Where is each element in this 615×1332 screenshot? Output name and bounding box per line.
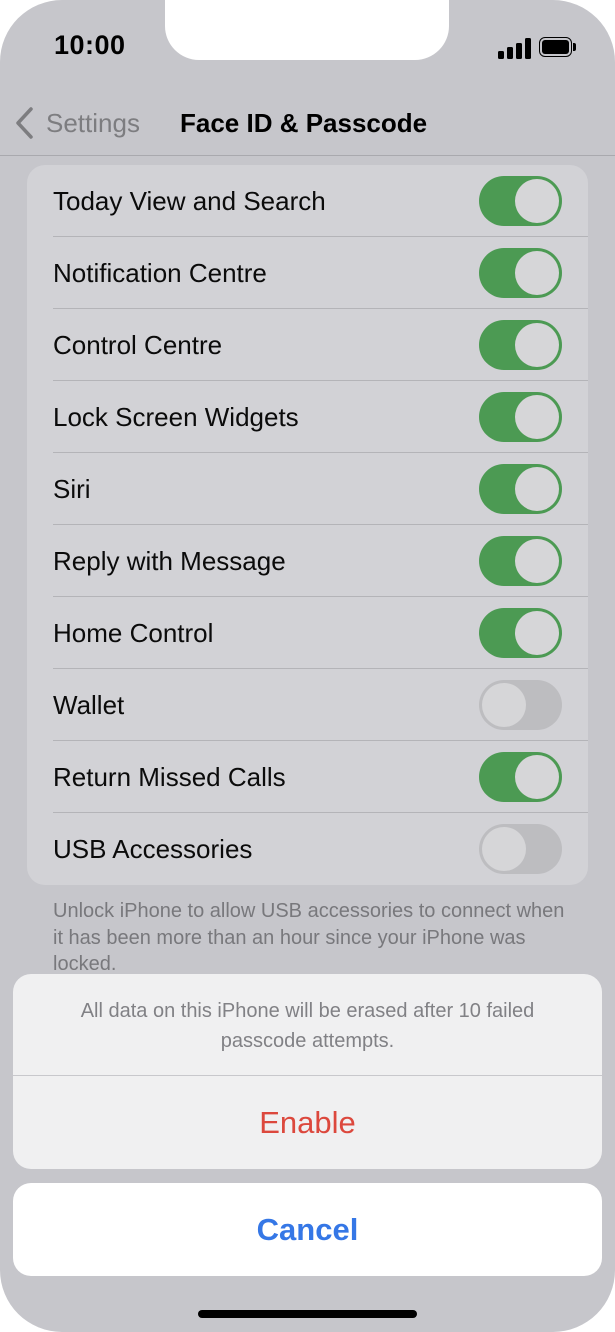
setting-row-usb-accessories: USB Accessories	[27, 813, 588, 885]
navigation-bar: Settings Face ID & Passcode	[0, 95, 615, 156]
battery-icon	[539, 37, 577, 59]
toggle-switch[interactable]	[479, 608, 562, 658]
chevron-left-icon	[16, 107, 33, 139]
setting-label: Wallet	[53, 690, 125, 720]
toggle-switch[interactable]	[479, 680, 562, 730]
setting-label: Control Centre	[53, 330, 223, 360]
setting-row-control-centre: Control Centre	[27, 309, 588, 381]
setting-label: Siri	[53, 474, 91, 504]
home-indicator	[198, 1310, 417, 1318]
status-time: 10:00	[54, 30, 126, 60]
toggle-switch[interactable]	[479, 248, 562, 298]
action-sheet: All data on this iPhone will be erased a…	[13, 974, 602, 1169]
section-footer-text: Unlock iPhone to allow USB accessories t…	[53, 900, 565, 974]
setting-label: Home Control	[53, 618, 214, 648]
setting-label: Today View and Search	[53, 186, 326, 216]
cancel-button[interactable]: Cancel	[13, 1183, 602, 1276]
setting-row-today-view: Today View and Search	[27, 165, 588, 237]
toggle-switch[interactable]	[479, 536, 562, 586]
back-button[interactable]: Settings	[14, 103, 140, 143]
settings-group: Today View and Search Notification Centr…	[27, 165, 588, 885]
back-button-label: Settings	[46, 107, 140, 138]
action-sheet-message: All data on this iPhone will be erased a…	[80, 1000, 535, 1052]
setting-row-return-missed-calls: Return Missed Calls	[27, 741, 588, 813]
toggle-switch[interactable]	[479, 320, 562, 370]
toggle-switch[interactable]	[479, 752, 562, 802]
setting-label: USB Accessories	[53, 834, 253, 864]
setting-row-notification-centre: Notification Centre	[27, 237, 588, 309]
setting-label: Lock Screen Widgets	[53, 402, 299, 432]
enable-button[interactable]: Enable	[13, 1076, 602, 1169]
setting-row-siri: Siri	[27, 453, 588, 525]
setting-row-lock-screen-widgets: Lock Screen Widgets	[27, 381, 588, 453]
toggle-switch[interactable]	[479, 392, 562, 442]
phone-screen: 10:00 Settings Face ID & Passcode Today …	[0, 0, 615, 1332]
setting-row-wallet: Wallet	[27, 669, 588, 741]
setting-label: Return Missed Calls	[53, 762, 286, 792]
page-title: Face ID & Passcode	[180, 108, 428, 138]
cellular-signal-icon	[498, 37, 532, 59]
status-bar: 10:00	[0, 0, 615, 95]
toggle-switch[interactable]	[479, 464, 562, 514]
setting-row-reply-with-message: Reply with Message	[27, 525, 588, 597]
toggle-switch[interactable]	[479, 824, 562, 874]
setting-label: Reply with Message	[53, 546, 286, 576]
toggle-switch[interactable]	[479, 176, 562, 226]
setting-row-home-control: Home Control	[27, 597, 588, 669]
setting-label: Notification Centre	[53, 258, 267, 288]
